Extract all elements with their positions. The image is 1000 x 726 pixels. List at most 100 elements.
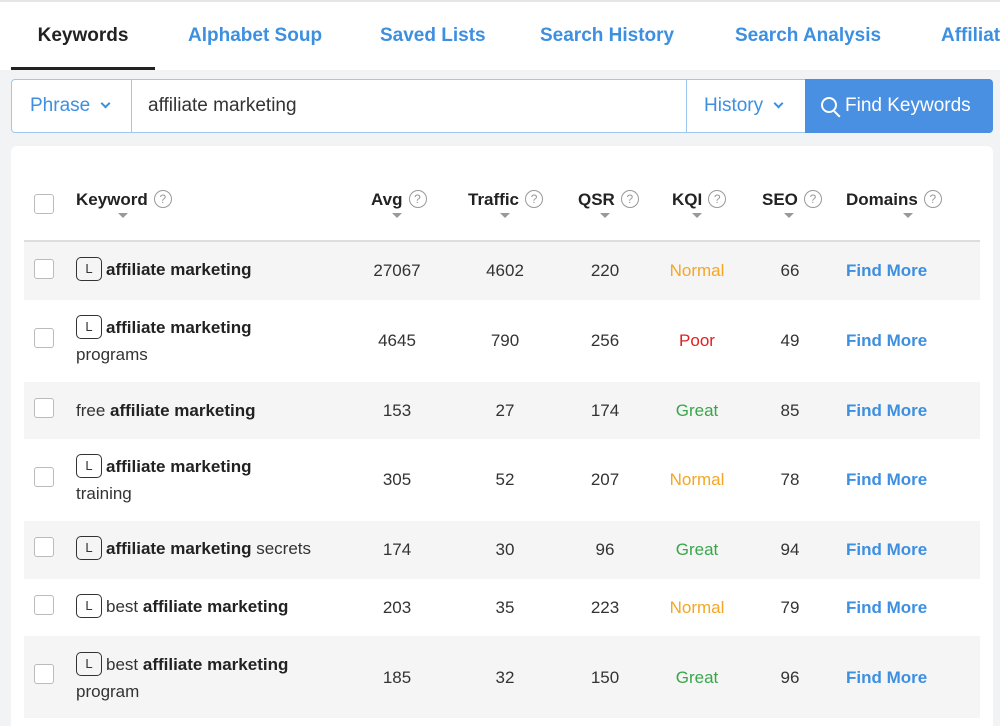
kqi-cell: Normal bbox=[669, 598, 725, 617]
keyword-cell: Laffiliate marketing training bbox=[76, 453, 341, 507]
row-checkbox[interactable] bbox=[34, 595, 54, 615]
qsr-cell: 96 bbox=[595, 540, 615, 559]
keyword-cell: Lbest affiliate marketing program bbox=[76, 651, 341, 705]
search-input[interactable] bbox=[133, 80, 686, 132]
table-row: Laffiliate marketing 27067 4602 220 Norm… bbox=[24, 242, 980, 300]
kqi-cell: Normal bbox=[669, 261, 725, 280]
sort-icon[interactable] bbox=[392, 213, 402, 218]
tab-search-analysis[interactable]: Search Analysis bbox=[735, 2, 881, 70]
find-more-link[interactable]: Find More bbox=[846, 331, 927, 351]
traffic-cell: 52 bbox=[495, 470, 515, 489]
sort-icon[interactable] bbox=[692, 213, 702, 218]
row-checkbox[interactable] bbox=[34, 328, 54, 348]
l-badge-icon: L bbox=[76, 651, 102, 676]
chevron-down-icon bbox=[773, 98, 784, 109]
seo-cell: 78 bbox=[780, 470, 800, 489]
kqi-cell: Great bbox=[675, 668, 719, 687]
qsr-cell: 150 bbox=[590, 668, 620, 687]
keyword-cell: Laffiliate marketing bbox=[76, 256, 341, 283]
find-more-link[interactable]: Find More bbox=[846, 470, 927, 490]
chevron-down-icon bbox=[100, 98, 111, 109]
tab-alphabet-soup[interactable]: Alphabet Soup bbox=[188, 2, 322, 70]
tab-saved-lists[interactable]: Saved Lists bbox=[380, 2, 486, 70]
sort-icon[interactable] bbox=[784, 213, 794, 218]
sort-icon[interactable] bbox=[903, 213, 913, 218]
l-badge-icon: L bbox=[76, 453, 102, 478]
find-more-link[interactable]: Find More bbox=[846, 540, 927, 560]
row-checkbox[interactable] bbox=[34, 664, 54, 684]
avg-cell: 174 bbox=[382, 540, 412, 559]
seo-cell: 79 bbox=[780, 598, 800, 617]
column-header-qsr[interactable]: QSR? bbox=[578, 160, 639, 240]
keyword-cell: Laffiliate marketing secrets bbox=[76, 535, 356, 562]
sort-icon[interactable] bbox=[118, 213, 128, 218]
table-row: free affiliate marketing 153 27 174 Grea… bbox=[24, 382, 980, 439]
avg-cell: 27067 bbox=[373, 261, 421, 280]
avg-cell: 305 bbox=[382, 470, 412, 489]
seo-cell: 94 bbox=[780, 540, 800, 559]
sort-icon[interactable] bbox=[600, 213, 610, 218]
traffic-cell: 32 bbox=[495, 668, 515, 687]
avg-cell: 4645 bbox=[378, 331, 416, 350]
row-checkbox[interactable] bbox=[34, 259, 54, 279]
help-icon[interactable]: ? bbox=[803, 189, 822, 208]
help-icon[interactable]: ? bbox=[620, 189, 639, 208]
find-more-link[interactable]: Find More bbox=[846, 401, 927, 421]
column-header-domains[interactable]: Domains? bbox=[846, 160, 942, 240]
avg-cell: 153 bbox=[382, 401, 412, 420]
column-header-traffic[interactable]: Traffic? bbox=[468, 160, 544, 240]
table-row: Laffiliate marketing training 305 52 207 … bbox=[24, 439, 980, 521]
seo-cell: 66 bbox=[780, 261, 800, 280]
traffic-cell: 30 bbox=[495, 540, 515, 559]
table-header: Keyword? Avg? Traffic? QSR? KQI? SEO? Do… bbox=[24, 160, 980, 242]
qsr-cell: 220 bbox=[590, 261, 620, 280]
table-row: Laffiliate marketing secrets 174 30 96 G… bbox=[24, 521, 980, 579]
tab-affiliate[interactable]: Affiliat bbox=[941, 2, 1000, 70]
sort-icon[interactable] bbox=[500, 213, 510, 218]
tab-search-history[interactable]: Search History bbox=[540, 2, 674, 70]
find-more-link[interactable]: Find More bbox=[846, 261, 927, 281]
help-icon[interactable]: ? bbox=[525, 189, 544, 208]
column-header-kqi[interactable]: KQI? bbox=[672, 160, 727, 240]
avg-cell: 185 bbox=[382, 668, 412, 687]
seo-cell: 49 bbox=[780, 331, 800, 350]
find-keywords-label: Find Keywords bbox=[845, 95, 971, 116]
column-header-avg[interactable]: Avg? bbox=[371, 160, 427, 240]
avg-cell: 203 bbox=[382, 598, 412, 617]
search-bar: Phrase History Find Keywords bbox=[11, 79, 993, 133]
traffic-cell: 35 bbox=[495, 598, 515, 617]
table-row: Lbest affiliate marketing 203 35 223 Nor… bbox=[24, 579, 980, 636]
keyword-cell: free affiliate marketing bbox=[76, 401, 256, 420]
row-checkbox[interactable] bbox=[34, 398, 54, 418]
l-badge-icon: L bbox=[76, 593, 102, 618]
select-all-checkbox[interactable] bbox=[34, 194, 54, 214]
row-checkbox[interactable] bbox=[34, 537, 54, 557]
column-header-seo[interactable]: SEO? bbox=[762, 160, 822, 240]
history-dropdown[interactable]: History bbox=[686, 80, 805, 132]
tab-keywords[interactable]: Keywords bbox=[11, 2, 155, 70]
column-header-keyword[interactable]: Keyword? bbox=[76, 160, 172, 240]
qsr-cell: 256 bbox=[590, 331, 620, 350]
l-badge-icon: L bbox=[76, 314, 102, 339]
kqi-cell: Great bbox=[675, 540, 719, 559]
find-more-link[interactable]: Find More bbox=[846, 598, 927, 618]
help-icon[interactable]: ? bbox=[923, 189, 942, 208]
search-mode-label: Phrase bbox=[30, 95, 91, 116]
search-mode-dropdown[interactable]: Phrase bbox=[12, 80, 132, 132]
table-row: Laffiliate marketing programs 4645 790 25… bbox=[24, 300, 980, 382]
seo-cell: 96 bbox=[780, 668, 800, 687]
l-badge-icon: L bbox=[76, 535, 102, 560]
find-keywords-button[interactable]: Find Keywords bbox=[805, 79, 993, 133]
history-label: History bbox=[704, 95, 764, 116]
keyword-cell: Lbest affiliate marketing bbox=[76, 593, 341, 620]
kqi-cell: Poor bbox=[679, 331, 715, 350]
traffic-cell: 790 bbox=[490, 331, 520, 350]
traffic-cell: 27 bbox=[495, 401, 515, 420]
row-checkbox[interactable] bbox=[34, 467, 54, 487]
seo-cell: 85 bbox=[780, 401, 800, 420]
help-icon[interactable]: ? bbox=[708, 189, 727, 208]
help-icon[interactable]: ? bbox=[408, 189, 427, 208]
help-icon[interactable]: ? bbox=[153, 189, 172, 208]
kqi-cell: Great bbox=[675, 401, 719, 420]
find-more-link[interactable]: Find More bbox=[846, 668, 927, 688]
